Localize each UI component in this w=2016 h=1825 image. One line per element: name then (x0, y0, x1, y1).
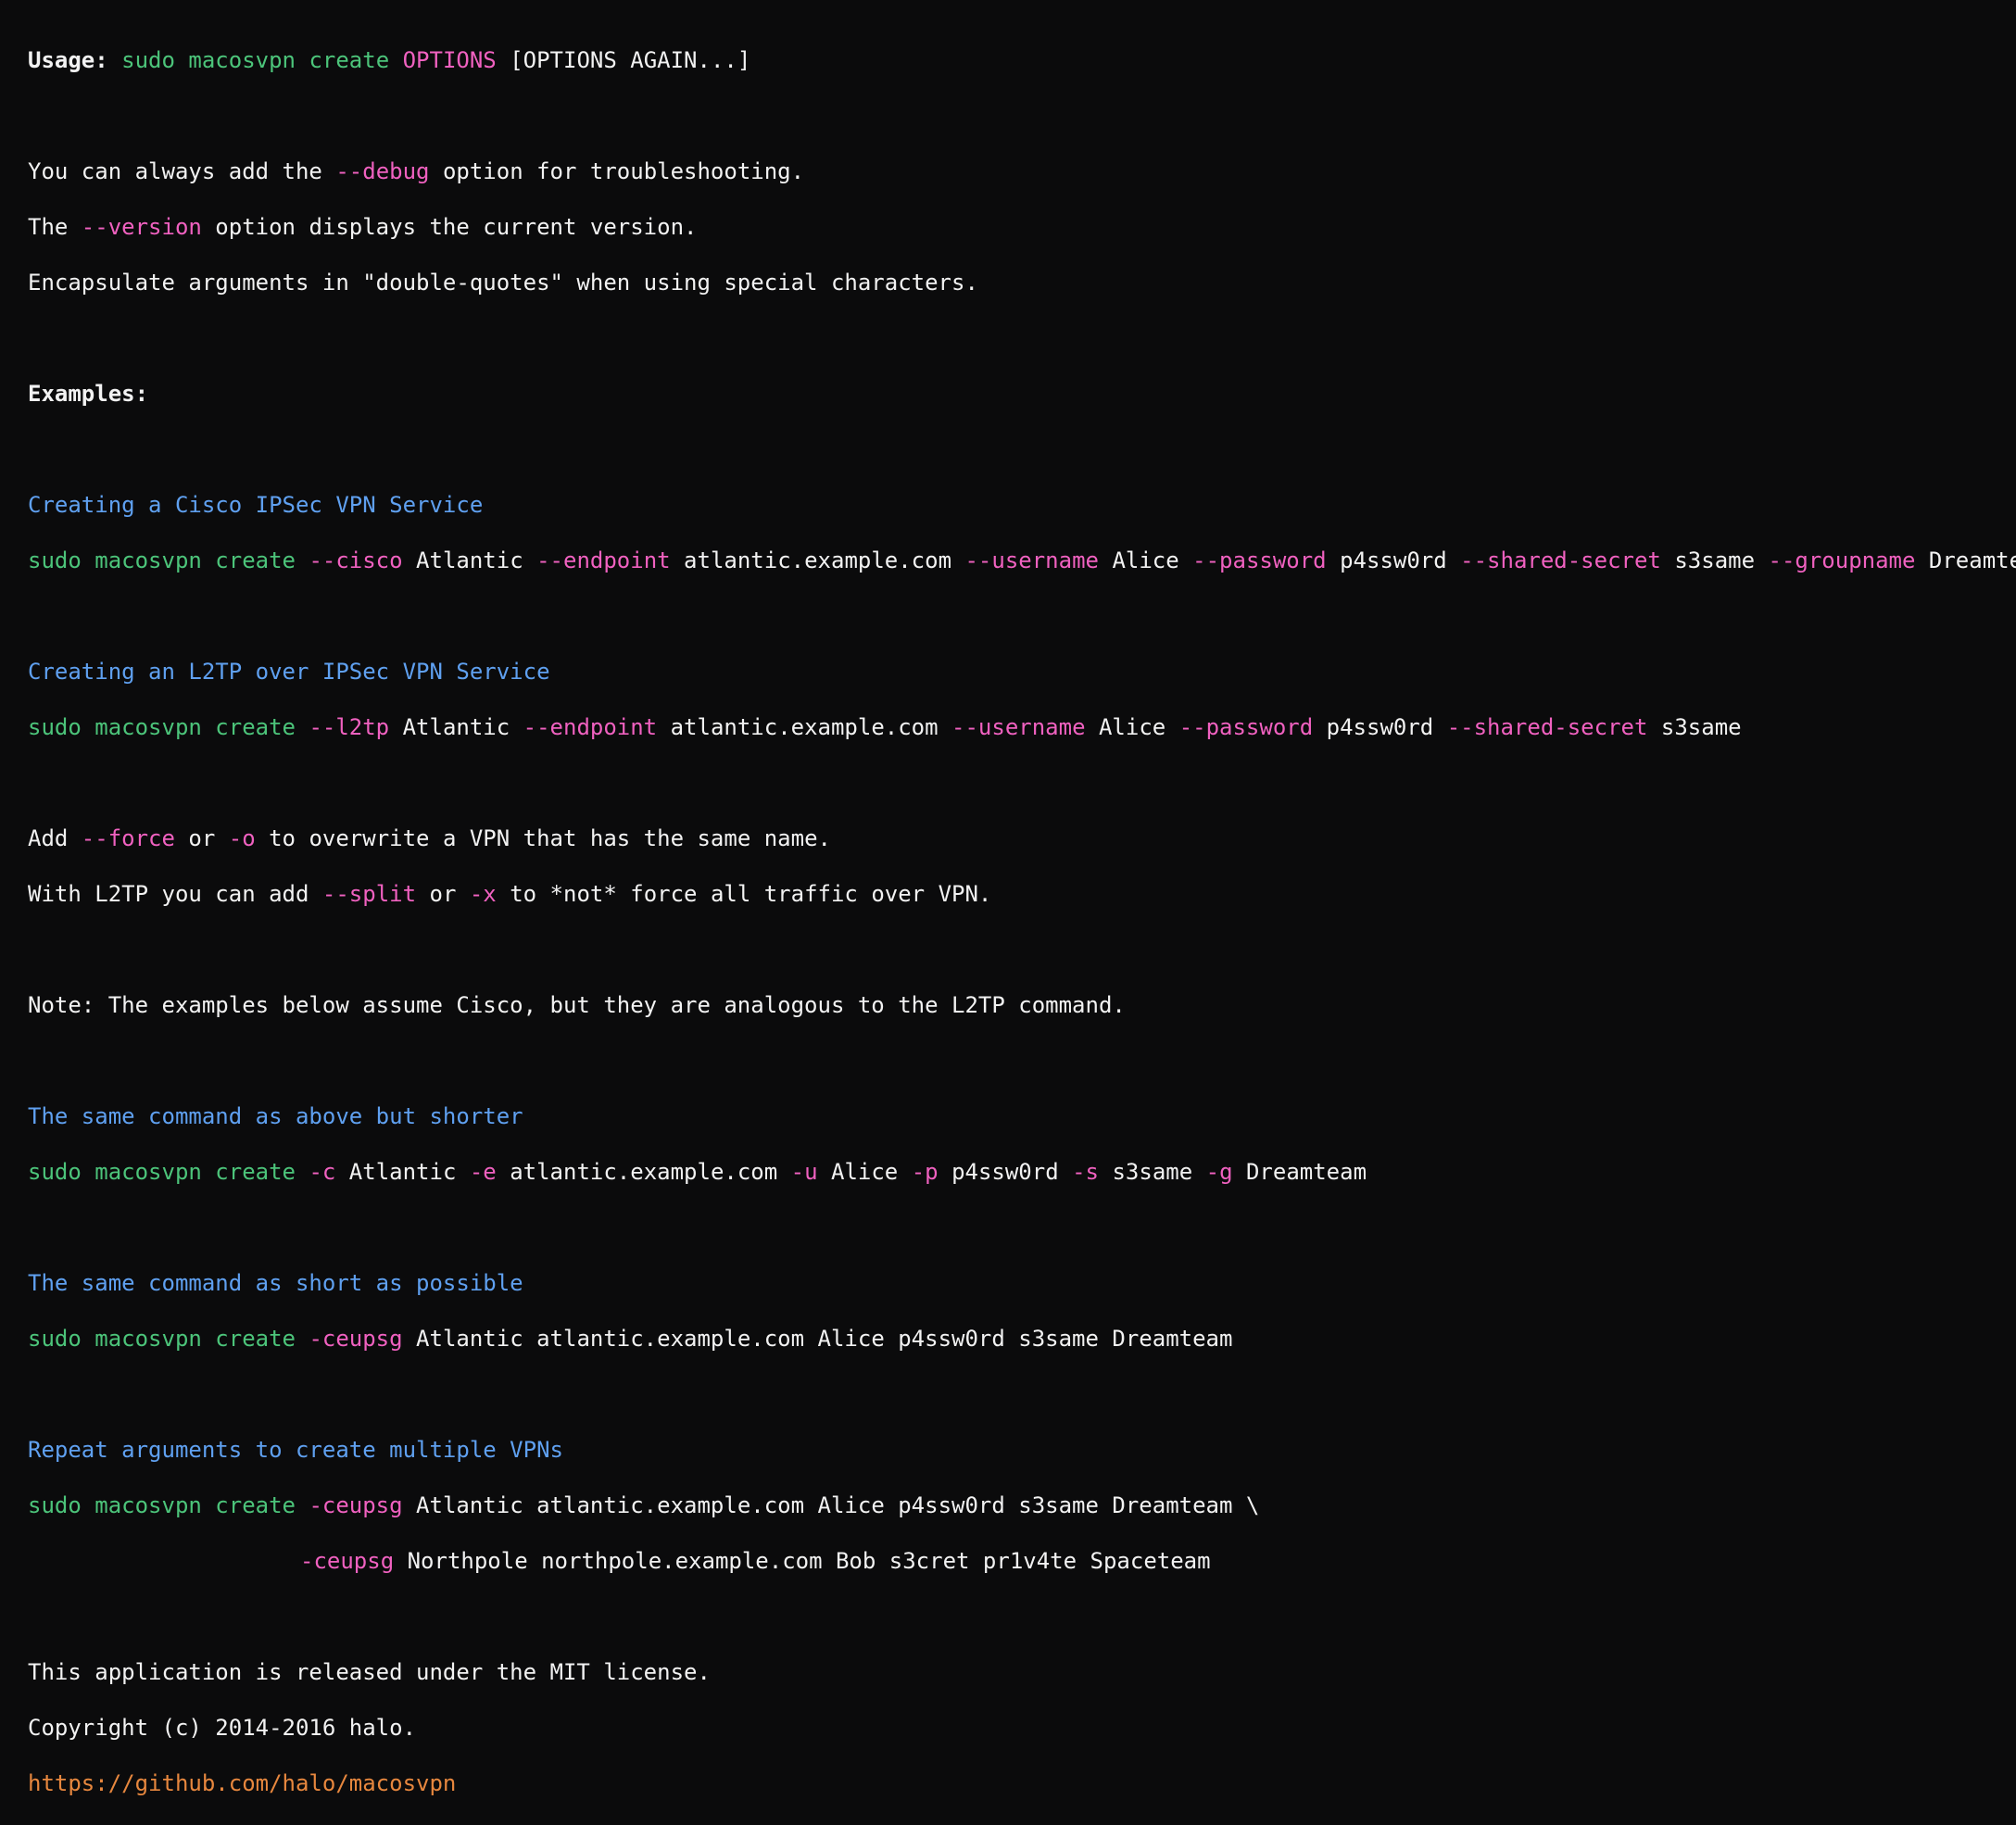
l2tp-flag: --password (1178, 714, 1314, 740)
note-line: Note: The examples below assume Cisco, b… (28, 992, 1126, 1018)
multiple-flag: -ceupsg (309, 1492, 403, 1518)
force-short-flag: -o (228, 825, 256, 851)
l2tp-heading: Creating an L2TP over IPSec VPN Service (28, 659, 550, 685)
cisco-value: Alice (1112, 548, 1179, 573)
multiple-cmd: sudo macosvpn create (28, 1492, 296, 1518)
cisco-command-line: sudo macosvpn create --cisco Atlantic --… (28, 547, 2016, 574)
cisco-value: s3same (1674, 548, 1756, 573)
force-mid: or (174, 825, 229, 851)
shorter-command-line: sudo macosvpn create -c Atlantic -e atla… (28, 1158, 1988, 1186)
copyright-line: Copyright (c) 2014-2016 halo. (28, 1715, 417, 1741)
terminal-window: Usage: sudo macosvpn create OPTIONS [OPT… (0, 0, 2016, 1796)
l2tp-flag: --endpoint (523, 714, 658, 740)
shortest-args: Atlantic atlantic.example.com Alice p4ss… (416, 1326, 1233, 1352)
version-pre: The (28, 214, 82, 240)
multiple-command-line-1: sudo macosvpn create -ceupsg Atlantic at… (28, 1491, 1988, 1519)
debug-pre: You can always add the (28, 158, 336, 184)
split-flag: --split (321, 881, 417, 907)
debug-post: option for troubleshooting. (429, 158, 805, 184)
force-post: to overwrite a VPN that has the same nam… (255, 825, 831, 851)
l2tp-value: s3same (1660, 714, 1742, 740)
shorter-value: s3same (1112, 1159, 1193, 1185)
multiple-flag: -ceupsg (300, 1548, 395, 1574)
split-pre: With L2TP you can add (28, 881, 322, 907)
l2tp-flag: --shared-secret (1446, 714, 1648, 740)
shorter-cmd: sudo macosvpn create (28, 1159, 296, 1185)
cisco-flag: --password (1192, 548, 1327, 573)
usage-command: sudo macosvpn create (121, 47, 390, 73)
examples-heading: Examples: (28, 381, 149, 407)
usage-label: Usage: (28, 47, 108, 73)
cisco-value: Atlantic (416, 548, 523, 573)
shorter-flag: -g (1205, 1159, 1233, 1185)
multiple-command-line-2: -ceupsg Northpole northpole.example.com … (28, 1547, 1988, 1575)
shortest-flag: -ceupsg (309, 1326, 403, 1352)
multiple-args: Atlantic atlantic.example.com Alice p4ss… (416, 1492, 1260, 1518)
shortest-cmd: sudo macosvpn create (28, 1326, 296, 1352)
cisco-flag: --username (964, 548, 1099, 573)
cisco-flag: --groupname (1768, 548, 1916, 573)
shorter-flag: -p (911, 1159, 939, 1185)
shorter-heading: The same command as above but shorter (28, 1103, 523, 1129)
cisco-heading: Creating a Cisco IPSec VPN Service (28, 492, 484, 518)
version-line: The --version option displays the curren… (28, 213, 1988, 241)
shorter-flag: -c (309, 1159, 336, 1185)
license-line: This application is released under the M… (28, 1659, 711, 1685)
l2tp-value: p4ssw0rd (1326, 714, 1434, 740)
split-mid: or (416, 881, 470, 907)
multiple-heading: Repeat arguments to create multiple VPNs (28, 1437, 563, 1463)
usage-line: Usage: sudo macosvpn create OPTIONS [OPT… (28, 46, 1988, 74)
cisco-value: Dreamteam (1928, 548, 2016, 573)
debug-line: You can always add the --debug option fo… (28, 157, 1988, 185)
encapsulate-line: Encapsulate arguments in "double-quotes"… (28, 270, 978, 296)
shorter-flag: -u (790, 1159, 818, 1185)
cisco-flag: --cisco (309, 548, 403, 573)
l2tp-command-line: sudo macosvpn create --l2tp Atlantic --e… (28, 713, 1988, 741)
shorter-value: p4ssw0rd (951, 1159, 1059, 1185)
shorter-flag: -e (469, 1159, 497, 1185)
force-line: Add --force or -o to overwrite a VPN tha… (28, 824, 1988, 852)
l2tp-flag: --username (951, 714, 1086, 740)
cisco-flag: --endpoint (536, 548, 671, 573)
shorter-value: Atlantic (348, 1159, 457, 1185)
split-line: With L2TP you can add --split or -x to *… (28, 880, 1988, 908)
l2tp-value: atlantic.example.com (670, 714, 939, 740)
cisco-value: atlantic.example.com (684, 548, 952, 573)
shorter-value: Alice (831, 1159, 899, 1185)
split-post: to *not* force all traffic over VPN. (496, 881, 992, 907)
shorter-flag: -s (1072, 1159, 1100, 1185)
version-flag: --version (81, 214, 202, 240)
cisco-flag: --shared-secret (1460, 548, 1661, 573)
multiple-args: Northpole northpole.example.com Bob s3cr… (407, 1548, 1211, 1574)
l2tp-value: Alice (1098, 714, 1166, 740)
repository-link[interactable]: https://github.com/halo/macosvpn (28, 1769, 1988, 1797)
l2tp-cmd: sudo macosvpn create (28, 714, 296, 740)
l2tp-flag: --l2tp (309, 714, 390, 740)
usage-rest: [OPTIONS AGAIN...] (510, 47, 751, 73)
shorter-value: atlantic.example.com (510, 1159, 778, 1185)
shortest-command-line: sudo macosvpn create -ceupsg Atlantic at… (28, 1325, 1988, 1353)
shorter-value: Dreamteam (1245, 1159, 1367, 1185)
cisco-cmd: sudo macosvpn create (28, 548, 296, 573)
debug-flag: --debug (335, 158, 430, 184)
l2tp-value: Atlantic (402, 714, 510, 740)
force-pre: Add (28, 825, 82, 851)
split-short-flag: -x (469, 881, 497, 907)
force-flag: --force (81, 825, 175, 851)
usage-options: OPTIONS (402, 47, 497, 73)
version-post: option displays the current version. (201, 214, 698, 240)
cisco-value: p4ssw0rd (1340, 548, 1447, 573)
shortest-heading: The same command as short as possible (28, 1270, 523, 1296)
